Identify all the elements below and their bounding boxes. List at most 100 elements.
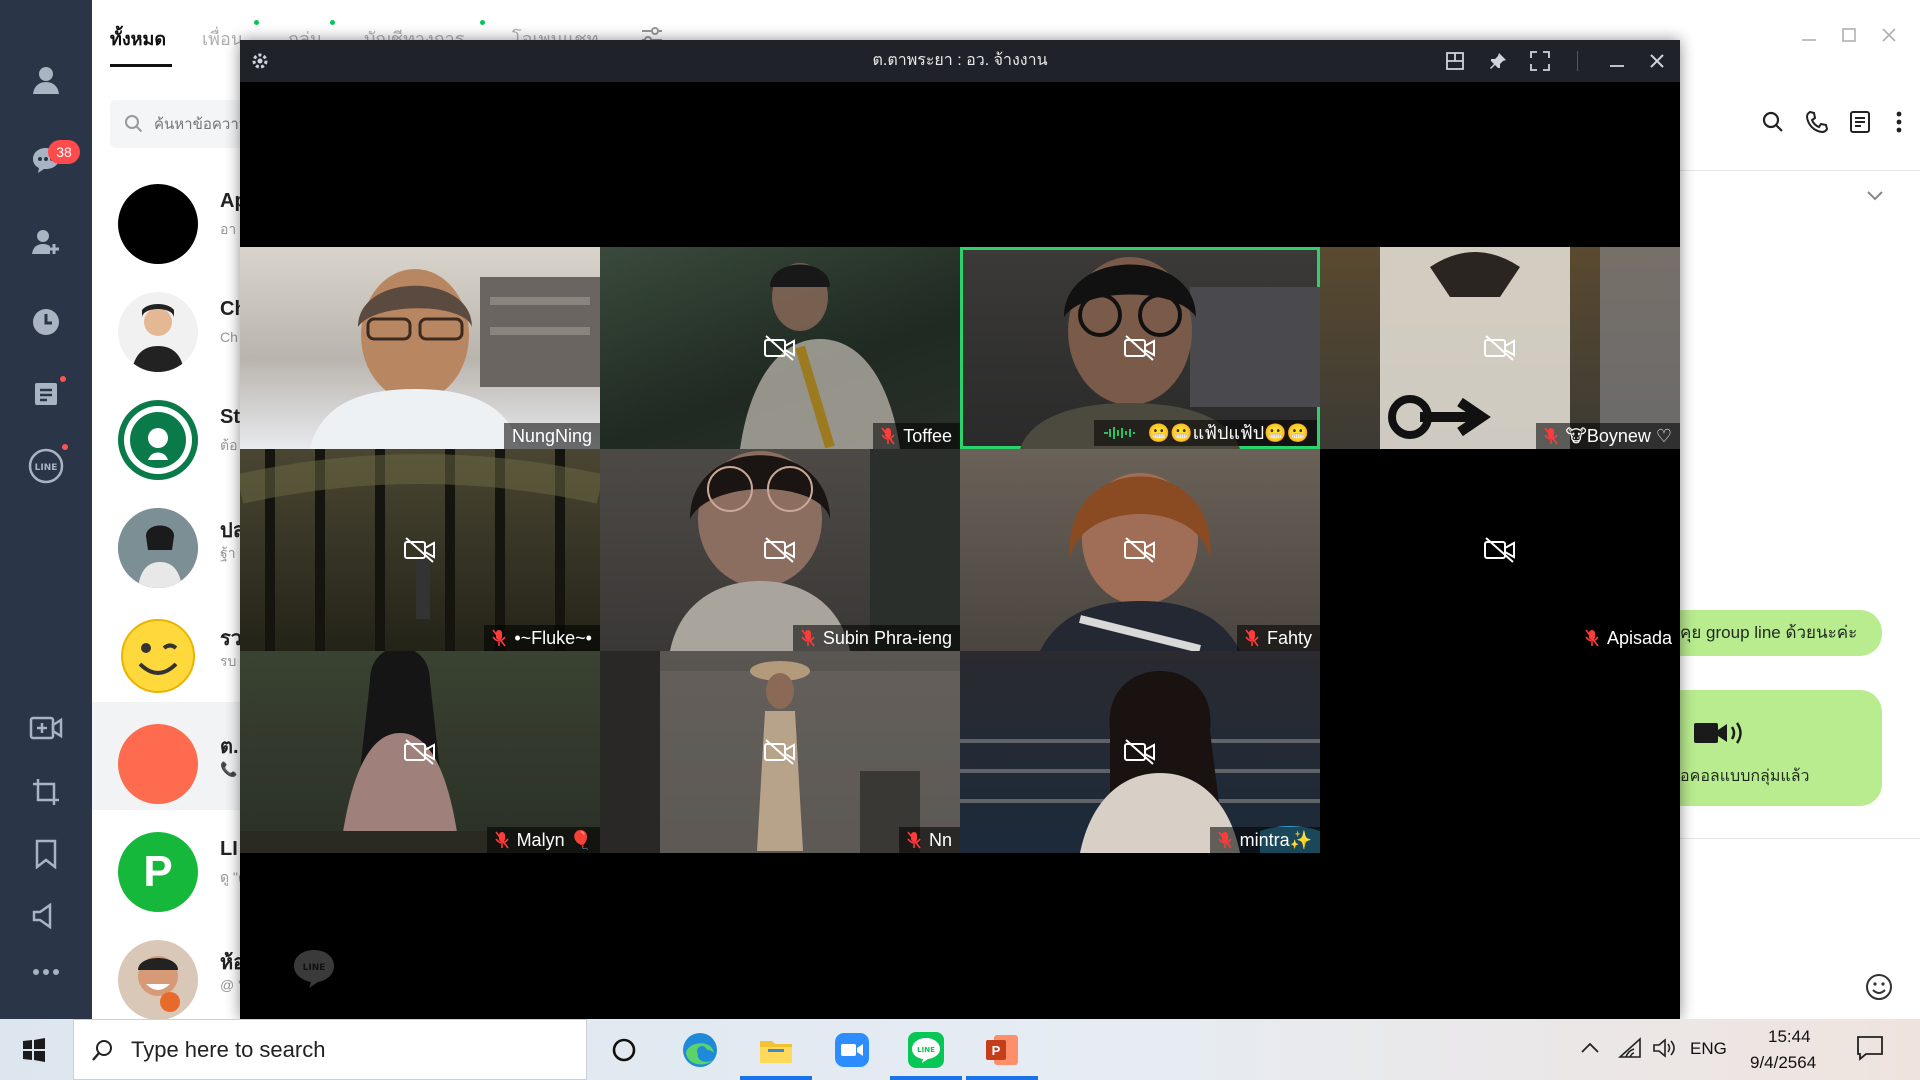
chat-preview: 📞: [220, 761, 238, 777]
line-watermark: LINE: [292, 948, 336, 988]
task-view-icon[interactable]: [588, 1019, 660, 1080]
more-icon[interactable]: [26, 952, 66, 992]
call-message-bubble[interactable]: อคอลแบบกลุ่มแล้ว: [1660, 690, 1882, 806]
mic-muted-icon: [494, 831, 509, 849]
participant-label: Nn: [898, 827, 960, 853]
close-icon[interactable]: [1880, 26, 1898, 44]
participant-tile[interactable]: Fahty: [960, 449, 1320, 651]
clock-time[interactable]: 15:44: [1768, 1027, 1811, 1047]
more-vertical-icon[interactable]: [1895, 110, 1903, 134]
chat-preview: รบ ห้อ: [220, 653, 240, 669]
participant-tile[interactable]: 🐮Boynew ♡: [1320, 247, 1680, 449]
chevron-down-icon[interactable]: [1866, 190, 1884, 202]
titlebar-divider: [1577, 51, 1578, 71]
volume-icon[interactable]: [1652, 1037, 1676, 1059]
notes-icon[interactable]: [1849, 110, 1871, 134]
chat-preview: Ch: [220, 329, 238, 345]
avatar: [118, 940, 198, 1019]
chat-item[interactable]: ห้อ @ "ไล: [92, 918, 240, 1019]
minimize-icon[interactable]: [1800, 26, 1818, 44]
chat-item[interactable]: St ต้อ กับ: [92, 378, 240, 486]
participant-label: mintra✨: [1209, 827, 1320, 853]
avatar: [118, 724, 198, 804]
message-bubble[interactable]: คุย group line ด้วยนะค่ะ: [1660, 610, 1882, 656]
avatar: P: [118, 832, 198, 912]
history-icon[interactable]: [26, 302, 66, 342]
participant-tile[interactable]: Apisada: [1320, 449, 1680, 651]
message-text: อคอลแบบกลุ่มแล้ว: [1680, 768, 1810, 785]
language-indicator[interactable]: ENG: [1690, 1039, 1727, 1059]
pin-icon[interactable]: [1486, 49, 1510, 73]
chat-item[interactable]: P LI ดู "ดู: [92, 810, 240, 918]
chat-item[interactable]: Ch Ch: [92, 270, 240, 378]
windows-start-icon[interactable]: [22, 1038, 46, 1062]
participant-tile[interactable]: Malyn 🎈: [240, 651, 600, 853]
line-watermark-text: LINE: [303, 963, 326, 973]
clock-date[interactable]: 9/4/2564: [1750, 1053, 1816, 1073]
taskbar: Type here to search LINE P ENG 15:44 9/4…: [0, 1019, 1920, 1080]
mic-muted-icon: [1543, 427, 1558, 445]
edge-icon[interactable]: [664, 1019, 736, 1080]
camera-off-icon: [1124, 739, 1155, 765]
file-explorer-icon[interactable]: [740, 1019, 812, 1080]
participant-name: 😬😬แฟ้ปแฟ้ป😬😬: [1147, 423, 1309, 443]
participant-tile[interactable]: •~Fluke~•: [240, 449, 600, 651]
friends-icon[interactable]: [26, 60, 66, 100]
phone-icon[interactable]: [1805, 110, 1829, 134]
chat-item[interactable]: รว รบ ห้อ: [92, 594, 240, 702]
chat-preview: อา: [220, 221, 237, 237]
add-friend-icon[interactable]: [26, 222, 66, 262]
participant-tile-active-speaker[interactable]: 😬😬แฟ้ปแฟ้ป😬😬: [960, 247, 1320, 449]
mic-muted-icon: [492, 629, 506, 647]
powerpoint-icon[interactable]: P: [966, 1019, 1038, 1080]
video-call-icon[interactable]: [26, 708, 66, 748]
left-nav-bar: 38 LINE: [0, 0, 92, 1019]
svg-text:P: P: [992, 1043, 1001, 1058]
participant-tile[interactable]: Toffee: [600, 247, 960, 449]
tab-groups-dot: [330, 20, 335, 25]
tab-friends[interactable]: เพื่อน: [202, 24, 243, 53]
participant-name: Toffee: [903, 426, 952, 446]
maximize-icon[interactable]: [1840, 26, 1858, 44]
chat-preview: ดู "ดู: [220, 869, 240, 885]
emoji-icon[interactable]: [1864, 972, 1894, 1002]
avatar: [118, 184, 198, 264]
search-icon[interactable]: [1761, 110, 1785, 134]
tab-all[interactable]: ทั้งหมด: [110, 24, 166, 53]
fullscreen-icon[interactable]: [1528, 49, 1552, 73]
participant-name: Apisada: [1606, 628, 1672, 648]
participant-tile[interactable]: Nn: [600, 651, 960, 853]
close-icon[interactable]: [1645, 49, 1669, 73]
unread-badge: 38: [48, 140, 80, 164]
zoom-icon[interactable]: [816, 1019, 888, 1080]
line-icon[interactable]: LINE: [26, 446, 66, 486]
line-app-icon[interactable]: LINE: [890, 1019, 962, 1080]
participant-tile[interactable]: Subin Phra-ieng: [600, 449, 960, 651]
layout-icon[interactable]: [1443, 49, 1467, 73]
chat-item[interactable]: Ap อา: [92, 162, 240, 270]
participant-video: [310, 269, 600, 449]
minimize-icon[interactable]: [1605, 49, 1629, 73]
chat-name: ปล: [220, 520, 240, 542]
chevron-up-icon[interactable]: [1580, 1041, 1600, 1055]
announcement-icon[interactable]: [26, 896, 66, 936]
chat-name: LI: [220, 838, 238, 860]
taskbar-search[interactable]: Type here to search: [73, 1019, 587, 1080]
bookmark-icon[interactable]: [26, 834, 66, 874]
wifi-icon[interactable]: [1618, 1037, 1642, 1059]
notification-icon[interactable]: [1856, 1035, 1884, 1061]
participant-tile[interactable]: NungNing: [240, 247, 600, 449]
chat-search[interactable]: [110, 100, 260, 148]
chat-item-selected[interactable]: ต. 📞: [92, 702, 240, 810]
camera-off-icon: [764, 335, 795, 361]
chat-name: ต.: [220, 736, 239, 758]
message-text: คุย group line ด้วยนะค่ะ: [1680, 623, 1858, 642]
participant-tile[interactable]: mintra✨: [960, 651, 1320, 853]
screenshot-icon[interactable]: [26, 772, 66, 812]
chat-name: Ap: [220, 190, 240, 212]
chat-item[interactable]: ปล ฐ้า: [92, 486, 240, 594]
gear-icon[interactable]: [248, 49, 272, 73]
chat-name: รว: [220, 628, 240, 650]
chat-preview: ฐ้า: [220, 545, 236, 561]
input-divider: [1670, 838, 1920, 839]
